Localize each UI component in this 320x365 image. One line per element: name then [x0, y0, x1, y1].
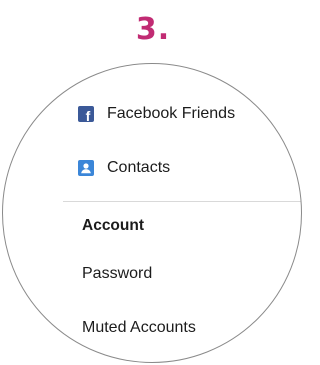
zoomed-settings-menu: f Facebook Friends Contacts Account Pass… — [2, 63, 302, 363]
section-divider — [63, 201, 301, 202]
menu-item-label: Facebook Friends — [107, 105, 236, 122]
menu-item-muted-accounts[interactable]: Muted Accounts — [3, 316, 301, 340]
step-number: 3. — [135, 12, 171, 47]
menu-item-label: Muted Accounts — [82, 319, 196, 336]
menu-item-label: Password — [82, 265, 153, 282]
contacts-icon — [78, 160, 94, 176]
menu-item-contacts[interactable]: Contacts — [3, 156, 301, 180]
menu-item-facebook-friends[interactable]: f Facebook Friends — [3, 102, 301, 126]
tutorial-step: 3. f Facebook Friends Contacts Account P… — [0, 0, 306, 365]
menu-item-label: Contacts — [107, 159, 171, 176]
section-header-account: Account — [3, 214, 301, 238]
menu-item-password[interactable]: Password — [3, 262, 301, 286]
section-header-label: Account — [82, 217, 144, 234]
facebook-icon: f — [78, 106, 94, 124]
